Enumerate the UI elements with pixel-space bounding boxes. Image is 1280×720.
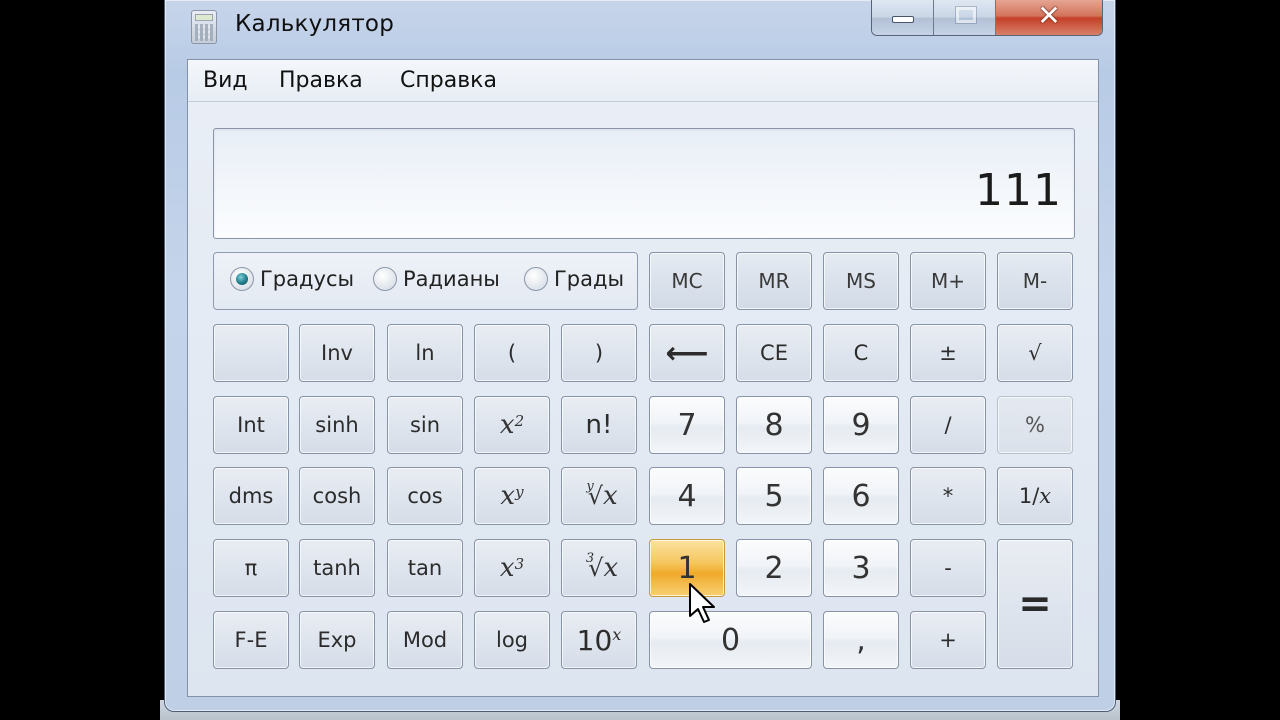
calculator-icon xyxy=(191,10,217,44)
divide-button[interactable]: / xyxy=(910,396,986,454)
factorial-button[interactable]: n! xyxy=(561,396,637,454)
reciprocal-num: 1/ xyxy=(1018,484,1040,508)
log-button[interactable]: log xyxy=(474,611,550,669)
radio-degrees[interactable]: Градусы xyxy=(230,267,354,291)
ten-power-x-button[interactable]: 10 x xyxy=(561,611,637,669)
digit-2-button[interactable]: 2 xyxy=(736,539,812,597)
radio-radians-label: Радианы xyxy=(403,267,500,291)
ln-button[interactable]: ln xyxy=(387,324,463,382)
ten-power-exp: x xyxy=(612,624,622,644)
exp-button[interactable]: Exp xyxy=(299,611,375,669)
pi-button[interactable]: π xyxy=(213,539,289,597)
menu-bar: Вид Правка Справка xyxy=(188,60,1098,102)
cos-button[interactable]: cos xyxy=(387,467,463,525)
multiply-button[interactable]: * xyxy=(910,467,986,525)
cube-root-button[interactable]: 3 √ x xyxy=(561,539,637,597)
equals-button[interactable]: = xyxy=(997,539,1073,669)
caption-buttons: ✕ xyxy=(871,0,1103,36)
reciprocal-var: x xyxy=(1039,484,1052,508)
angle-unit-group: Градусы Радианы Грады xyxy=(213,252,638,310)
int-button[interactable]: Int xyxy=(213,396,289,454)
y-root-radicand: x xyxy=(602,481,618,511)
maximize-button[interactable] xyxy=(934,0,996,35)
menu-view[interactable]: Вид xyxy=(203,68,248,93)
cosh-button[interactable]: cosh xyxy=(299,467,375,525)
tan-button[interactable]: tan xyxy=(387,539,463,597)
m-plus-button[interactable]: M+ xyxy=(910,252,986,310)
minimize-button[interactable] xyxy=(872,0,934,35)
mc-button[interactable]: MC xyxy=(649,252,725,310)
x-power-y-button[interactable]: xy xyxy=(474,467,550,525)
inv-button[interactable]: Inv xyxy=(299,324,375,382)
radio-button-checked[interactable] xyxy=(230,267,254,291)
c-button[interactable]: C xyxy=(823,324,899,382)
percent-button[interactable]: % xyxy=(997,396,1073,454)
digit-5-button[interactable]: 5 xyxy=(736,467,812,525)
desktop-background xyxy=(1118,0,1280,720)
calculator-display: 111 xyxy=(213,128,1075,239)
digit-9-button[interactable]: 9 xyxy=(823,396,899,454)
radio-grads-label: Грады xyxy=(554,267,625,291)
radio-degrees-label: Градусы xyxy=(260,267,355,291)
dms-button[interactable]: dms xyxy=(213,467,289,525)
x-squared-base: x xyxy=(499,410,515,440)
x-power-y-exp: y xyxy=(515,483,524,501)
ms-button[interactable]: MS xyxy=(823,252,899,310)
backspace-arrow-icon: ⟵ xyxy=(665,335,709,371)
open-paren-button[interactable]: ( xyxy=(474,324,550,382)
digit-6-button[interactable]: 6 xyxy=(823,467,899,525)
x-squared-exp: 2 xyxy=(514,412,525,430)
x-squared-button[interactable]: x2 xyxy=(474,396,550,454)
x-cubed-base: x xyxy=(499,553,515,583)
display-value: 111 xyxy=(975,165,1062,216)
radio-radians[interactable]: Радианы xyxy=(373,267,500,291)
window-title: Калькулятор xyxy=(235,11,394,37)
digit-3-button[interactable]: 3 xyxy=(823,539,899,597)
x-cubed-exp: 3 xyxy=(514,555,525,573)
digit-4-button[interactable]: 4 xyxy=(649,467,725,525)
add-button[interactable]: + xyxy=(910,611,986,669)
digit-0-button[interactable]: 0 xyxy=(649,611,812,669)
tanh-button[interactable]: tanh xyxy=(299,539,375,597)
sin-button[interactable]: sin xyxy=(387,396,463,454)
mod-button[interactable]: Mod xyxy=(387,611,463,669)
digit-7-button[interactable]: 7 xyxy=(649,396,725,454)
x-power-y-base: x xyxy=(500,481,516,511)
y-root-x-button[interactable]: y √ x xyxy=(561,467,637,525)
menu-help[interactable]: Справка xyxy=(400,68,497,93)
y-root-index: y xyxy=(586,478,594,494)
x-cubed-button[interactable]: x3 xyxy=(474,539,550,597)
minimize-icon xyxy=(892,16,914,23)
radio-grads[interactable]: Грады xyxy=(524,267,624,291)
calculator-client-area: Вид Правка Справка 111 Градусы Радианы Г… xyxy=(187,59,1099,697)
blank-button[interactable] xyxy=(213,324,289,382)
f-e-button[interactable]: F-E xyxy=(213,611,289,669)
sinh-button[interactable]: sinh xyxy=(299,396,375,454)
close-icon: ✕ xyxy=(1037,0,1061,32)
cube-root-index: 3 xyxy=(585,550,595,566)
digit-1-button[interactable]: 1 xyxy=(649,539,725,597)
subtract-button[interactable]: - xyxy=(910,539,986,597)
mr-button[interactable]: MR xyxy=(736,252,812,310)
reciprocal-button[interactable]: 1/x xyxy=(997,467,1073,525)
backspace-button[interactable]: ⟵ xyxy=(649,324,725,382)
digit-8-button[interactable]: 8 xyxy=(736,396,812,454)
radio-button[interactable] xyxy=(524,267,548,291)
maximize-icon xyxy=(955,6,977,24)
radio-button[interactable] xyxy=(373,267,397,291)
sqrt-button[interactable]: √ xyxy=(997,324,1073,382)
close-paren-button[interactable]: ) xyxy=(561,324,637,382)
close-button[interactable]: ✕ xyxy=(996,0,1102,35)
title-bar[interactable]: Калькулятор ✕ xyxy=(165,0,1115,56)
m-minus-button[interactable]: M- xyxy=(997,252,1073,310)
decimal-button[interactable]: , xyxy=(823,611,899,669)
menu-edit[interactable]: Правка xyxy=(279,68,363,93)
plus-minus-button[interactable]: ± xyxy=(910,324,986,382)
cube-root-radicand: x xyxy=(603,553,619,583)
calculator-window: Калькулятор ✕ Вид Правка Справка 111 Гра xyxy=(164,0,1116,712)
ce-button[interactable]: CE xyxy=(736,324,812,382)
ten-power-base: 10 xyxy=(576,623,613,657)
